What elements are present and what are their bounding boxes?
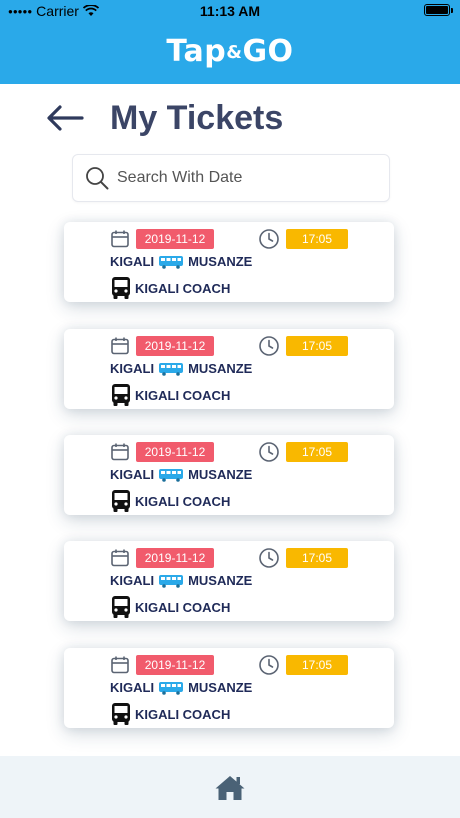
bus-front-icon bbox=[112, 384, 130, 406]
arrow-left-icon[interactable] bbox=[46, 103, 84, 133]
clock-icon bbox=[259, 442, 279, 462]
ticket-date: 2019-11-12 bbox=[136, 442, 214, 462]
ticket-time: 17:05 bbox=[286, 229, 348, 249]
ticket-to: MUSANZE bbox=[188, 467, 253, 482]
status-bar: ●●●●● Carrier 11:13 AM bbox=[0, 0, 460, 22]
bus-front-icon bbox=[112, 490, 130, 512]
ticket-time: 17:05 bbox=[286, 548, 348, 568]
ticket-date: 2019-11-12 bbox=[136, 548, 214, 568]
clock-icon bbox=[259, 229, 279, 249]
ticket-from: KIGALI bbox=[110, 467, 155, 482]
ticket-date: 2019-11-12 bbox=[136, 336, 214, 356]
ticket-company: KIGALI COACH bbox=[135, 387, 231, 403]
ticket-date: 2019-11-12 bbox=[136, 229, 214, 249]
bus-front-icon bbox=[112, 596, 130, 618]
ticket-company: KIGALI COACH bbox=[135, 599, 231, 615]
bus-front-icon bbox=[112, 277, 130, 299]
bus-side-icon bbox=[159, 362, 184, 376]
app-title-left: Tap bbox=[166, 34, 227, 69]
ticket-from: KIGALI bbox=[110, 361, 155, 376]
ticket-card[interactable]: 2019-11-12 17:05 KIGALI MUSANZE KIGALI C… bbox=[64, 541, 394, 621]
clock-icon bbox=[259, 548, 279, 568]
app-title-amp: & bbox=[226, 42, 243, 63]
clock-icon bbox=[259, 336, 279, 356]
bus-side-icon bbox=[159, 681, 184, 695]
app-header: ●●●●● Carrier 11:13 AM Tap&GO bbox=[0, 0, 460, 84]
ticket-date: 2019-11-12 bbox=[136, 655, 214, 675]
ticket-time: 17:05 bbox=[286, 442, 348, 462]
ticket-to: MUSANZE bbox=[188, 254, 253, 269]
bus-side-icon bbox=[159, 574, 184, 588]
app-logo: Tap&GO bbox=[0, 34, 460, 69]
bus-side-icon bbox=[159, 468, 184, 482]
app-title-right: GO bbox=[242, 34, 294, 69]
clock-icon bbox=[259, 655, 279, 675]
search-input[interactable] bbox=[117, 169, 367, 187]
ticket-to: MUSANZE bbox=[188, 573, 253, 588]
ticket-from: KIGALI bbox=[110, 254, 155, 269]
calendar-icon bbox=[111, 337, 129, 355]
page-header: My Tickets bbox=[46, 96, 283, 140]
ticket-to: MUSANZE bbox=[188, 680, 253, 695]
search-icon bbox=[86, 167, 109, 190]
status-time: 11:13 AM bbox=[199, 3, 261, 19]
calendar-icon bbox=[111, 656, 129, 674]
bus-front-icon bbox=[112, 703, 130, 725]
ticket-time: 17:05 bbox=[286, 336, 348, 356]
calendar-icon bbox=[111, 549, 129, 567]
bus-side-icon bbox=[159, 255, 184, 269]
ticket-card[interactable]: 2019-11-12 17:05 KIGALI MUSANZE KIGALI C… bbox=[64, 222, 394, 302]
ticket-time: 17:05 bbox=[286, 655, 348, 675]
ticket-company: KIGALI COACH bbox=[135, 706, 231, 722]
ticket-company: KIGALI COACH bbox=[135, 280, 231, 296]
ticket-card[interactable]: 2019-11-12 17:05 KIGALI MUSANZE KIGALI C… bbox=[64, 435, 394, 515]
search-box[interactable] bbox=[72, 154, 390, 202]
ticket-from: KIGALI bbox=[110, 573, 155, 588]
battery-icon bbox=[424, 4, 453, 16]
ticket-card[interactable]: 2019-11-12 17:05 KIGALI MUSANZE KIGALI C… bbox=[64, 329, 394, 409]
calendar-icon bbox=[111, 443, 129, 461]
page-title: My Tickets bbox=[110, 98, 284, 137]
ticket-to: MUSANZE bbox=[188, 361, 253, 376]
home-icon[interactable] bbox=[214, 774, 246, 802]
ticket-card[interactable]: 2019-11-12 17:05 KIGALI MUSANZE KIGALI C… bbox=[64, 648, 394, 728]
bottom-tab-bar bbox=[0, 756, 460, 818]
ticket-from: KIGALI bbox=[110, 680, 155, 695]
ticket-company: KIGALI COACH bbox=[135, 493, 231, 509]
calendar-icon bbox=[111, 230, 129, 248]
